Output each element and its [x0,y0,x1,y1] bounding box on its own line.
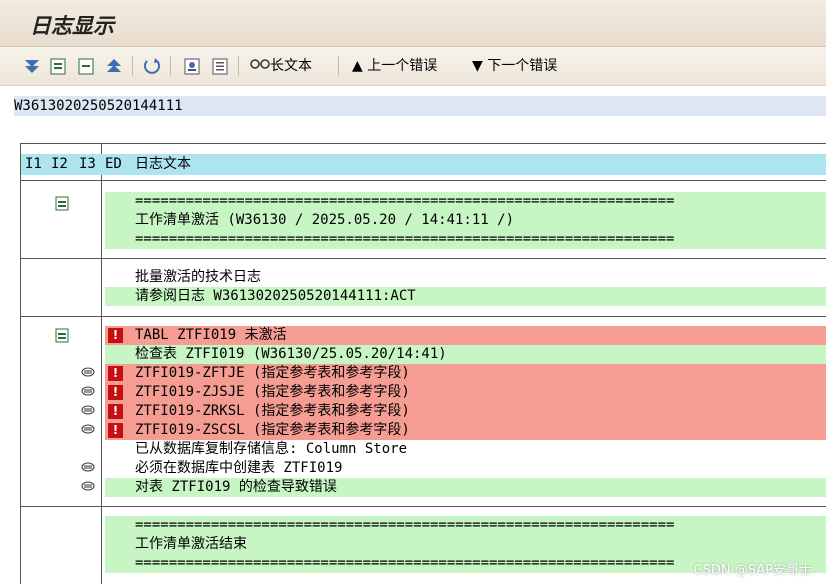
message-long-text-icon[interactable] [81,424,95,438]
list-icon[interactable] [210,56,230,76]
section-divider [21,316,826,317]
log-table: I1 I2 I3 ED 日志文本 =======================… [20,143,826,584]
toolbar-separator [238,56,239,76]
message-long-text-icon[interactable] [81,481,95,495]
log-id: W3613020250520144111 [14,96,826,116]
header-i3: I3 [79,156,96,172]
watermark: CSDN @SAP安哥士 [693,563,812,578]
log-row[interactable]: 请参阅日志 W3613020250520144111:ACT [105,287,826,306]
window-title: 日志显示 [30,13,114,38]
log-row: 已从数据库复制存储信息: Column Store [135,441,408,457]
header-i1: I1 [25,156,42,172]
collapse-all-icon[interactable] [104,56,124,76]
header-log-text: 日志文本 [135,156,191,172]
header-ed: ED [105,156,122,172]
toolbar-separator [338,56,339,76]
long-text-button[interactable]: 长文本 [250,56,312,76]
error-row: ! ZTFI019-ZRKSL (指定参考表和参考字段) [105,402,826,421]
error-row: ! ZTFI019-ZSCSL (指定参考表和参考字段) [105,421,826,440]
prev-error-button[interactable]: ▲ 上一个错误 [352,56,437,76]
triangle-up-icon: ▲ [352,58,363,74]
error-icon: ! [108,404,123,419]
error-row: ! ZTFI019-ZJSJE (指定参考表和参考字段) [105,383,826,402]
triangle-down-icon: ▼ [472,58,483,74]
glasses-icon [250,56,270,76]
message-long-text-icon[interactable] [81,462,95,476]
log-node-icon[interactable] [55,196,69,211]
error-row: ! ZTFI019-ZFTJE (指定参考表和参考字段) [105,364,826,383]
error-icon: ! [108,385,123,400]
section-divider [21,180,826,181]
log-row: 工作清单激活结束 [105,535,826,554]
section-divider [21,506,826,507]
log-row: ========================================… [105,516,826,535]
toolbar: 长文本 ▲ 上一个错误 ▼ 下一个错误 [0,47,826,86]
log-row: 必须在数据库中创建表 ZTFI019 [135,460,343,476]
error-icon: ! [108,328,123,343]
message-long-text-icon[interactable] [81,405,95,419]
message-long-text-icon[interactable] [81,367,95,381]
title-bar: 日志显示 [0,0,826,47]
table-header: I1 I2 I3 ED 日志文本 [21,154,826,175]
expand-node-icon[interactable] [48,56,68,76]
toolbar-separator [132,56,133,76]
next-error-button[interactable]: ▼ 下一个错误 [472,56,557,76]
collapse-node-icon[interactable] [76,56,96,76]
toolbar-separator [170,56,171,76]
log-row: ========================================… [105,230,826,249]
log-row: ========================================… [105,192,826,211]
message-long-text-icon[interactable] [81,386,95,400]
expand-all-icon[interactable] [22,56,42,76]
log-node-icon[interactable] [55,328,69,343]
error-icon: ! [108,366,123,381]
log-row: 对表 ZTFI019 的检查导致错误 [105,478,826,497]
log-row: 批量激活的技术日志 [135,269,261,285]
detail-icon[interactable] [182,56,202,76]
log-row: 工作清单激活 (W36130 / 2025.05.20 / 14:41:11 /… [105,211,826,230]
log-row: 检查表 ZTFI019 (W36130/25.05.20/14:41) [105,345,826,364]
error-icon: ! [108,423,123,438]
refresh-icon[interactable] [142,56,162,76]
section-divider [21,258,826,259]
column-divider [101,144,102,584]
error-row: ! TABL ZTFI019 未激活 [105,326,826,345]
header-i2: I2 [51,156,68,172]
